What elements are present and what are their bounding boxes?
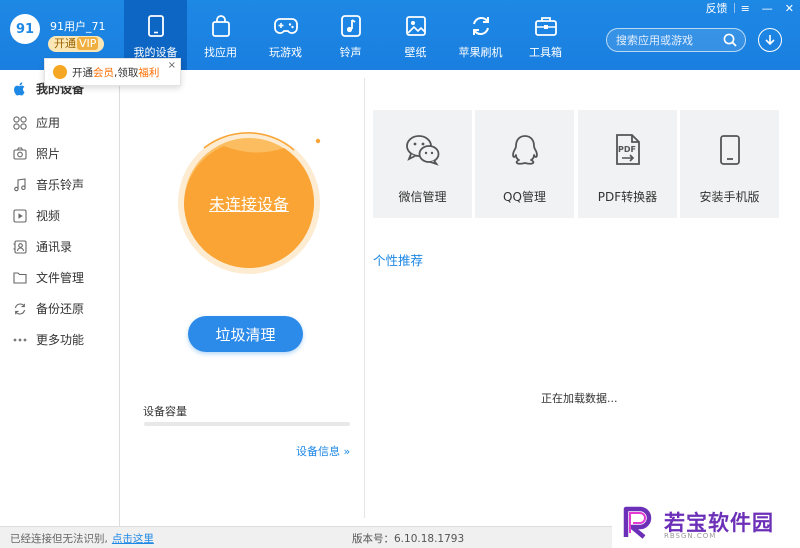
download-arrow-icon: [765, 35, 775, 46]
wechat-icon: [405, 132, 441, 168]
pdf-icon: PDF: [610, 132, 646, 168]
tab-label: 工具箱: [529, 46, 562, 59]
vip-badge: VIP: [77, 37, 99, 50]
apps-grid-icon: [13, 115, 27, 130]
toolbox-icon: [534, 14, 558, 38]
sync-icon: [13, 302, 27, 316]
tab-wallpaper[interactable]: 壁纸: [384, 0, 447, 70]
qq-manager-card[interactable]: QQ管理: [475, 110, 574, 218]
status-text: 已经连接但无法识别,: [10, 533, 108, 545]
device-panel: 未连接设备 垃圾清理 设备容量 设备信息 »: [128, 78, 365, 518]
close-button[interactable]: ✕: [779, 2, 800, 15]
refresh-icon: [469, 14, 493, 38]
tab-label: 铃声: [339, 46, 362, 59]
contacts-icon: [13, 239, 27, 254]
sidebar-item-label: 更多功能: [36, 333, 85, 347]
loading-text: 正在加载数据...: [541, 392, 618, 405]
tablet-icon: [712, 132, 748, 168]
tool-label: 微信管理: [398, 190, 447, 204]
tooltip-text: 开通: [72, 66, 93, 79]
tool-label: 安装手机版: [699, 190, 760, 204]
junk-clean-button[interactable]: 垃圾清理: [188, 316, 303, 352]
phone-icon: [144, 14, 168, 38]
tab-find-apps[interactable]: 找应用: [189, 0, 252, 70]
search-icon[interactable]: [723, 33, 737, 47]
sidebar-item-label: 应用: [36, 116, 61, 130]
tab-toolbox[interactable]: 工具箱: [514, 0, 577, 70]
sidebar-item-backup[interactable]: 备份还原: [0, 293, 119, 324]
more-dots-icon: [13, 333, 27, 347]
folder-icon: [13, 271, 27, 285]
sidebar-item-more[interactable]: 更多功能: [0, 324, 119, 355]
search-box: [606, 28, 746, 52]
recommend-title: 个性推荐: [373, 253, 424, 268]
feedback-link[interactable]: 反馈: [700, 0, 734, 16]
tool-label: PDF转换器: [597, 190, 658, 204]
music-icon: [13, 177, 27, 192]
sidebar-item-label: 备份还原: [36, 302, 85, 316]
tab-ringtones[interactable]: 铃声: [319, 0, 382, 70]
tab-label: 苹果刷机: [458, 46, 503, 59]
watermark: 若宝软件园 RBSGN.COM: [612, 496, 800, 548]
bag-icon: [209, 14, 233, 38]
user-panel[interactable]: 91 91用户_71 开通 VIP: [10, 14, 106, 52]
tooltip-highlight: 会员: [93, 66, 114, 79]
watermark-logo-icon: [623, 506, 652, 539]
avatar[interactable]: 91: [10, 14, 40, 44]
tab-flash[interactable]: 苹果刷机: [449, 0, 512, 70]
install-mobile-card[interactable]: 安装手机版: [680, 110, 779, 218]
search-input[interactable]: [616, 31, 726, 49]
tab-games[interactable]: 玩游戏: [254, 0, 317, 70]
sidebar-item-label: 通讯录: [36, 240, 73, 254]
tooltip-close-icon[interactable]: ×: [168, 60, 176, 71]
sidebar-item-music[interactable]: 音乐铃声: [0, 169, 119, 200]
download-button[interactable]: [758, 28, 782, 52]
medal-icon: [53, 65, 67, 79]
apple-icon: [13, 81, 27, 96]
menu-button[interactable]: ≡: [735, 2, 756, 15]
device-status-text[interactable]: 未连接设备: [174, 128, 324, 278]
play-icon: [13, 208, 27, 223]
tooltip-highlight: 福利: [138, 66, 160, 79]
wechat-manager-card[interactable]: 微信管理: [373, 110, 472, 218]
tools-panel: 微信管理 QQ管理 PDF PDF转换器 安装手机版 个性推荐 正在加载数据..…: [366, 70, 800, 526]
device-info-link[interactable]: 设备信息 »: [296, 443, 350, 459]
pdf-converter-card[interactable]: PDF PDF转换器: [578, 110, 677, 218]
click-here-link[interactable]: 点击这里: [112, 533, 154, 545]
svg-text:PDF: PDF: [618, 145, 636, 154]
tool-label: QQ管理: [503, 190, 546, 204]
connection-status: 已经连接但无法识别, 点击这里: [10, 531, 154, 546]
sidebar-item-apps[interactable]: 应用: [0, 107, 119, 138]
tooltip-text: ,领取: [114, 66, 139, 79]
image-icon: [404, 14, 428, 38]
sidebar-item-photos[interactable]: 照片: [0, 138, 119, 169]
watermark-subtext: RBSGN.COM: [664, 532, 717, 540]
tab-label: 壁纸: [404, 46, 427, 59]
vip-prefix: 开通: [54, 37, 76, 50]
sidebar-item-contacts[interactable]: 通讯录: [0, 231, 119, 262]
sidebar: 我的设备 应用 照片 音乐铃声 视频 通讯录 文件管理 备份还原 更多功能: [0, 70, 120, 526]
version-label: 版本号：6.10.18.1793: [352, 533, 465, 545]
device-status-circle[interactable]: 未连接设备: [174, 128, 324, 278]
username: 91用户_71: [50, 20, 106, 33]
gamepad-icon: [273, 14, 298, 38]
sidebar-item-video[interactable]: 视频: [0, 200, 119, 231]
tab-label: 玩游戏: [269, 46, 302, 59]
sidebar-item-label: 视频: [36, 209, 61, 223]
camera-icon: [13, 147, 27, 161]
qq-icon: [507, 132, 543, 168]
capacity-bar: [144, 422, 350, 426]
tab-label: 找应用: [204, 46, 237, 59]
sidebar-item-label: 文件管理: [36, 271, 85, 285]
sidebar-item-files[interactable]: 文件管理: [0, 262, 119, 293]
music-note-icon: [339, 14, 363, 38]
vip-tooltip[interactable]: 开通 会员 ,领取 福利 ×: [44, 58, 181, 86]
main-nav: 我的设备 找应用 玩游戏 铃声 壁纸 苹果刷机 工具箱: [124, 0, 579, 70]
sidebar-item-label: 音乐铃声: [36, 178, 85, 192]
minimize-button[interactable]: —: [756, 2, 779, 15]
window-controls: 反馈 ≡ — ✕: [700, 0, 800, 16]
capacity-label: 设备容量: [143, 405, 187, 418]
open-vip-button[interactable]: 开通 VIP: [48, 36, 105, 52]
sidebar-item-label: 照片: [36, 147, 61, 161]
